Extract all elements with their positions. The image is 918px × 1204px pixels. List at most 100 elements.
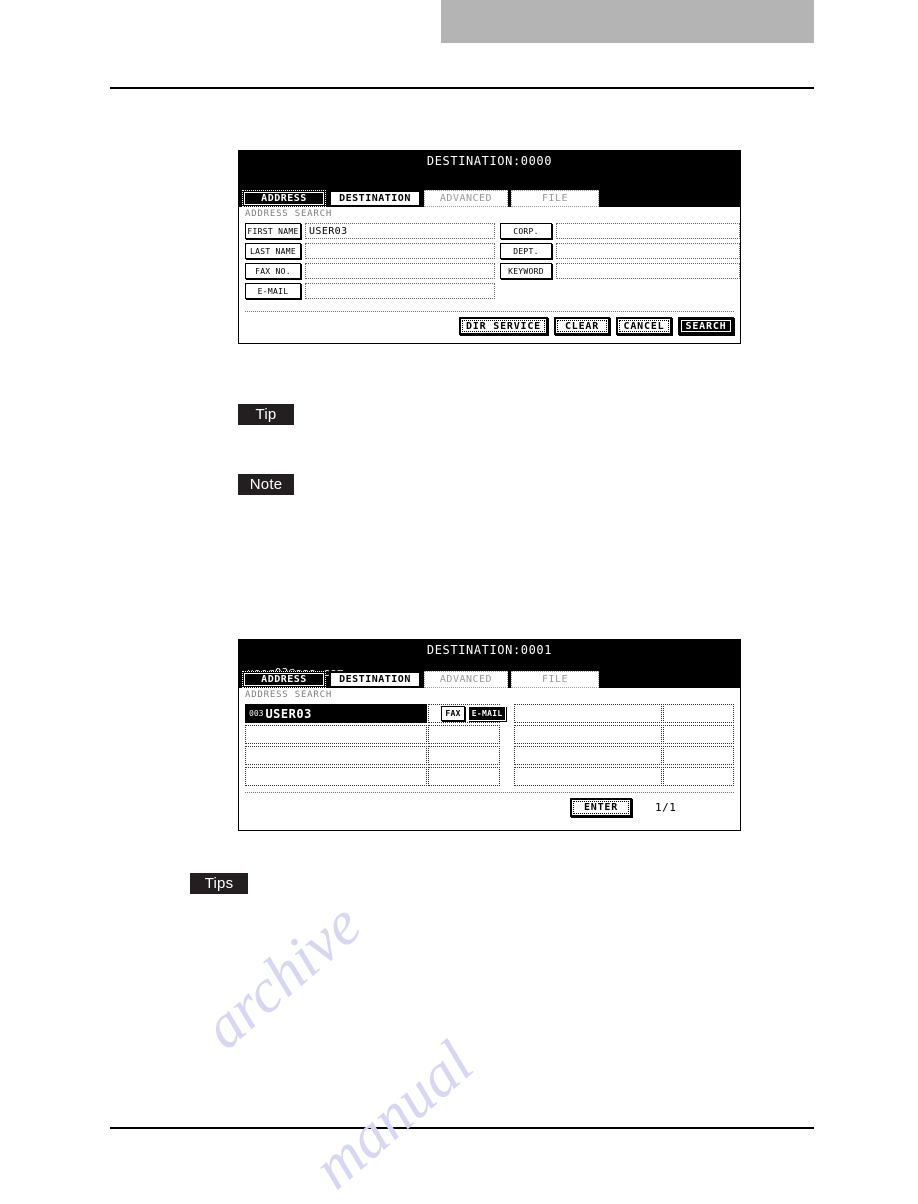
clear-button-label: CLEAR [564,320,600,332]
tab-file-results-label: FILE [541,674,569,685]
tab-address-results-label: ADDRESS [261,674,307,685]
tab-file-results[interactable]: FILE [511,671,599,688]
keyword-key-label: KEYWORD [508,266,544,276]
header-rule [110,87,814,89]
fax-type-button-label: FAX [445,709,461,718]
search-form-left-column: FIRST NAME USER03 LAST NAME FAX NO. E-MA… [245,223,495,303]
last-name-key-label: LAST NAME [249,246,297,256]
tab-destination-results[interactable]: DESTINATION [329,671,421,688]
corp-input[interactable] [556,223,740,239]
lcd-body-search: ADDRESS SEARCH FIRST NAME USER03 LAST NA… [239,207,740,343]
field-last-name: LAST NAME [245,243,495,259]
lcd-title-results: DESTINATION:0001 [426,643,553,657]
search-form-right-column: CORP. DEPT. KEYWORD [500,223,740,283]
cancel-button[interactable]: CANCEL [616,317,672,335]
result-row-3-right-actions [662,746,735,765]
email-input[interactable] [305,283,495,299]
field-fax-no: FAX NO. [245,263,495,279]
result-index: 003 [249,709,264,718]
lcd-panel-search-results: DESTINATION:0001 user03@aaa.com ADDRESS … [238,639,741,831]
keyword-key-button[interactable]: KEYWORD [500,263,552,279]
clear-button[interactable]: CLEAR [554,317,610,335]
lcd-header-search: DESTINATION:0000 ADDRESS DESTINATION ADV… [239,151,740,207]
result-row-3-right-name[interactable] [513,746,662,765]
keyword-input[interactable] [556,263,740,279]
fax-type-button[interactable]: FAX [441,706,465,721]
header-band [441,0,814,43]
tabstrip-search: ADDRESS DESTINATION ADVANCED FILE [242,190,599,207]
lcd-title-search: DESTINATION:0000 [426,154,553,168]
results-grid-divider [245,792,734,793]
search-form-divider [245,311,734,312]
first-name-key-label: FIRST NAME [247,226,299,236]
results-footer: ENTER 1/1 [245,798,734,818]
dept-input[interactable] [556,243,740,259]
result-row-4-right-name[interactable] [513,767,662,786]
enter-button-label: ENTER [583,802,619,813]
tabstrip-results: ADDRESS DESTINATION ADVANCED FILE [242,671,599,688]
result-type-buttons: FAX E-MAIL [441,706,507,721]
result-row-4-right-actions [662,767,735,786]
lcd-header-results: DESTINATION:0001 user03@aaa.com ADDRESS … [239,640,740,688]
page-indicator: 1/1 [655,801,677,814]
result-row-2-name[interactable] [245,725,428,744]
lcd-body-results: ADDRESS SEARCH 003 USER03 FAX E-MAIL ENT… [239,688,740,830]
result-row-3-name[interactable] [245,746,428,765]
dir-service-button-label: DIR SERVICE [465,320,541,332]
tab-destination-label: DESTINATION [339,193,411,204]
last-name-input[interactable] [305,243,495,259]
result-row-user03[interactable]: 003 USER03 FAX E-MAIL [245,704,507,723]
tab-address-results[interactable]: ADDRESS [242,671,326,688]
results-grid: 003 USER03 FAX E-MAIL [245,704,735,788]
table-row [245,767,735,786]
watermark-line-2: archive [190,890,374,1063]
callout-note: Note [238,474,294,495]
lcd-panel-address-search: DESTINATION:0000 ADDRESS DESTINATION ADV… [238,150,741,344]
email-type-button-label: E-MAIL [471,709,503,718]
corp-key-button[interactable]: CORP. [500,223,552,239]
result-row-1-right-actions [662,704,735,723]
tab-file-label: FILE [541,193,569,204]
result-row-4-name[interactable] [245,767,428,786]
fax-no-key-button[interactable]: FAX NO. [245,263,301,279]
result-row-1-right-name[interactable] [513,704,662,723]
result-row-4-actions [428,767,500,786]
tab-destination[interactable]: DESTINATION [329,190,421,207]
callout-tip: Tip [238,404,294,425]
dept-key-button[interactable]: DEPT. [500,243,552,259]
result-row-2-right-actions [662,725,735,744]
search-action-buttons: DIR SERVICE CLEAR CANCEL SEARCH [458,317,734,335]
table-row [245,725,735,744]
result-row-2-actions [428,725,500,744]
dir-service-button[interactable]: DIR SERVICE [458,317,548,335]
fax-no-input[interactable] [305,263,495,279]
field-email: E-MAIL [245,283,495,299]
corp-key-label: CORP. [513,226,539,236]
result-row-2-right-name[interactable] [513,725,662,744]
search-button-label: SEARCH [685,320,727,332]
tab-address-label: ADDRESS [261,193,307,204]
table-row [245,746,735,765]
footer-rule [110,1127,814,1129]
tab-advanced-label: ADVANCED [439,193,493,204]
tab-advanced-results[interactable]: ADVANCED [424,671,508,688]
last-name-key-button[interactable]: LAST NAME [245,243,301,259]
result-row-3-actions [428,746,500,765]
fax-no-key-label: FAX NO. [255,266,291,276]
email-key-label: E-MAIL [257,286,289,296]
first-name-input[interactable]: USER03 [305,223,495,239]
field-corp: CORP. [500,223,740,239]
tab-advanced-results-label: ADVANCED [439,674,493,685]
enter-button[interactable]: ENTER [570,798,632,817]
field-keyword: KEYWORD [500,263,740,279]
tab-advanced[interactable]: ADVANCED [424,190,508,207]
email-key-button[interactable]: E-MAIL [245,283,301,299]
tab-address[interactable]: ADDRESS [242,190,326,207]
tab-file[interactable]: FILE [511,190,599,207]
field-dept: DEPT. [500,243,740,259]
first-name-key-button[interactable]: FIRST NAME [245,223,301,239]
search-button[interactable]: SEARCH [678,317,734,335]
cancel-button-label: CANCEL [623,320,665,332]
email-type-button[interactable]: E-MAIL [467,706,507,721]
result-name: USER03 [265,706,312,721]
